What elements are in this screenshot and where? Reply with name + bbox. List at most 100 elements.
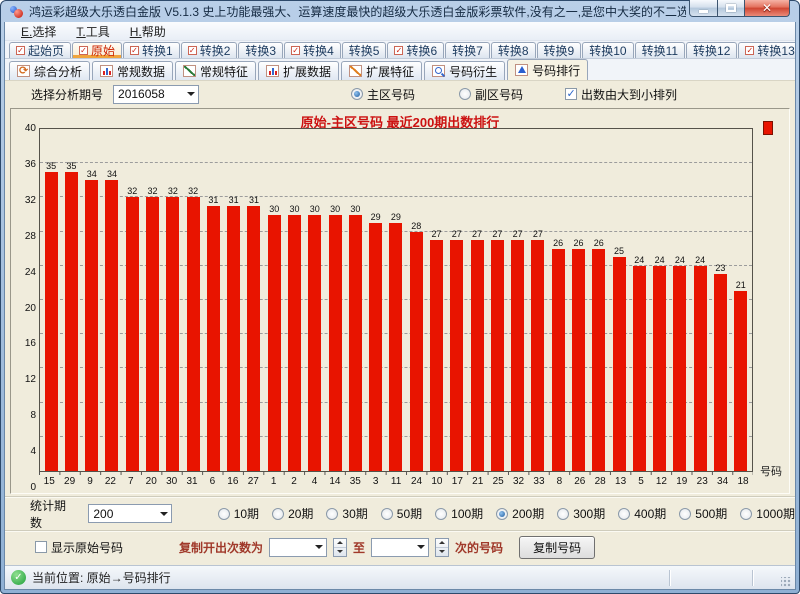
bar-group: 31 [244, 129, 264, 471]
menu-item-select[interactable]: E.选择 [13, 22, 64, 41]
tab-convert-2[interactable]: ✓转换2 [181, 42, 238, 58]
radio-period-200[interactable]: 200期 [496, 505, 544, 522]
tab-convert-9[interactable]: 转换9 [537, 42, 582, 58]
bar-group: 32 [122, 129, 142, 471]
copy-prefix-label: 复制开出次数为 [179, 539, 263, 556]
status-ok-icon: ✓ [11, 570, 26, 585]
radio-period-1000[interactable]: 1000期 [740, 505, 795, 522]
bar-value-label: 27 [492, 229, 502, 239]
x-tick-label: 27 [243, 475, 263, 487]
bar-value-label: 31 [208, 195, 218, 205]
tab-convert-7[interactable]: 转换7 [445, 42, 490, 58]
bar-group: 27 [507, 129, 527, 471]
bar [146, 197, 159, 471]
bar-group: 35 [61, 129, 81, 471]
bar-value-label: 30 [269, 204, 279, 214]
stats-period-combobox-value: 200 [89, 507, 156, 521]
tab-start-page[interactable]: ✓起始页 [9, 42, 71, 58]
radio-period-500[interactable]: 500期 [679, 505, 727, 522]
tab-regular-features[interactable]: 常规特征 [175, 61, 256, 80]
spinner-down-icon[interactable] [334, 548, 346, 556]
tab-convert-5[interactable]: 转换5 [342, 42, 387, 58]
x-tick-label: 29 [59, 475, 79, 487]
statusbar-separator [669, 570, 670, 586]
plot-area: 0481216202428323640 35353434323232323131… [11, 128, 789, 487]
y-tick-label: 40 [25, 123, 36, 134]
radio-period-100[interactable]: 100期 [435, 505, 483, 522]
radio-icon [557, 508, 569, 520]
tab-extended-data[interactable]: 扩展数据 [258, 61, 339, 80]
count-from-spinner[interactable] [333, 538, 347, 557]
spinner-up-icon[interactable] [334, 539, 346, 548]
tab-convert-13[interactable]: ✓转换13 [738, 42, 796, 58]
maximize-button[interactable] [718, 0, 745, 17]
radio-period-20[interactable]: 20期 [272, 505, 313, 522]
radio-secondary-zone[interactable]: 副区号码 [459, 86, 523, 103]
bar [613, 257, 626, 471]
tab-convert-5-label: 转换5 [349, 42, 380, 59]
spinner-up-icon[interactable] [436, 539, 448, 548]
legend-swatch [763, 121, 773, 135]
tab-comprehensive-analysis[interactable]: 综合分析 [9, 61, 90, 80]
tab-convert-8[interactable]: 转换8 [491, 42, 536, 58]
radio-period-100-label: 100期 [451, 505, 483, 522]
minimize-button[interactable] [689, 0, 718, 17]
bar-group: 29 [386, 129, 406, 471]
tab-regular-data[interactable]: 常规数据 [92, 61, 173, 80]
bar-value-label: 31 [249, 195, 259, 205]
spinner-down-icon[interactable] [436, 548, 448, 556]
radio-period-10[interactable]: 10期 [218, 505, 259, 522]
tab-convert-3[interactable]: 转换3 [238, 42, 283, 58]
stats-period-combobox[interactable]: 200 [88, 504, 171, 523]
tab-convert-12[interactable]: 转换12 [686, 42, 737, 58]
x-tick-label: 28 [590, 475, 610, 487]
chevron-down-icon [312, 545, 326, 549]
menu-item-help[interactable]: H.帮助 [122, 22, 174, 41]
x-axis-title: 号码 [760, 463, 782, 479]
bar-group: 30 [345, 129, 365, 471]
close-button[interactable]: ✕ [745, 0, 790, 17]
bar-value-label: 35 [66, 161, 76, 171]
copy-numbers-button[interactable]: 复制号码 [519, 536, 595, 559]
tab-extended-features[interactable]: 扩展特征 [341, 61, 422, 80]
radio-main-zone[interactable]: 主区号码 [351, 86, 415, 103]
radio-period-50[interactable]: 50期 [381, 505, 422, 522]
tab-number-derivation[interactable]: 号码衍生 [424, 61, 505, 80]
tab-convert-6[interactable]: ✓转换6 [387, 42, 444, 58]
radio-period-300[interactable]: 300期 [557, 505, 605, 522]
bar [227, 206, 240, 471]
tab-regular-data-label: 常规数据 [117, 63, 165, 80]
count-to-combobox[interactable] [371, 538, 429, 557]
app-icon [9, 4, 25, 19]
show-original-checkbox[interactable]: 显示原始号码 [35, 539, 123, 556]
radio-icon [459, 88, 471, 100]
resize-grip-icon[interactable] [781, 577, 791, 587]
period-combobox[interactable]: 2016058 [113, 85, 199, 104]
tab-number-ranking[interactable]: 号码排行 [507, 59, 588, 80]
count-from-combobox[interactable] [269, 538, 327, 557]
radio-icon [272, 508, 284, 520]
bar-value-label: 32 [168, 186, 178, 196]
radio-period-30[interactable]: 30期 [326, 505, 367, 522]
radio-secondary-zone-label: 副区号码 [475, 86, 523, 103]
sort-desc-checkbox[interactable]: 出数由大到小排列 [565, 86, 677, 103]
tab-convert-4[interactable]: ✓转换4 [284, 42, 341, 58]
radio-period-400[interactable]: 400期 [618, 505, 666, 522]
sort-desc-label: 出数由大到小排列 [581, 86, 677, 103]
tab-convert-7-label: 转换7 [452, 42, 483, 59]
rank-chart-icon [515, 64, 528, 76]
chevron-down-icon [414, 545, 428, 549]
count-to-spinner[interactable] [435, 538, 449, 557]
tab-convert-6-label: 转换6 [406, 42, 437, 59]
tab-convert-10[interactable]: 转换10 [582, 42, 633, 58]
status-text: 当前位置: 原始→号码排行 [32, 569, 171, 586]
tab-original[interactable]: ✓原始 [72, 42, 122, 58]
bar-value-label: 25 [614, 246, 624, 256]
tab-convert-1[interactable]: ✓转换1 [123, 42, 180, 58]
bar-value-label: 26 [594, 238, 604, 248]
tab-convert-11[interactable]: 转换11 [635, 42, 685, 58]
menu-item-tools[interactable]: T.工具 [68, 22, 117, 41]
bar-group: 27 [487, 129, 507, 471]
period-combobox-value: 2016058 [114, 87, 184, 101]
y-tick-label: 8 [30, 410, 36, 421]
